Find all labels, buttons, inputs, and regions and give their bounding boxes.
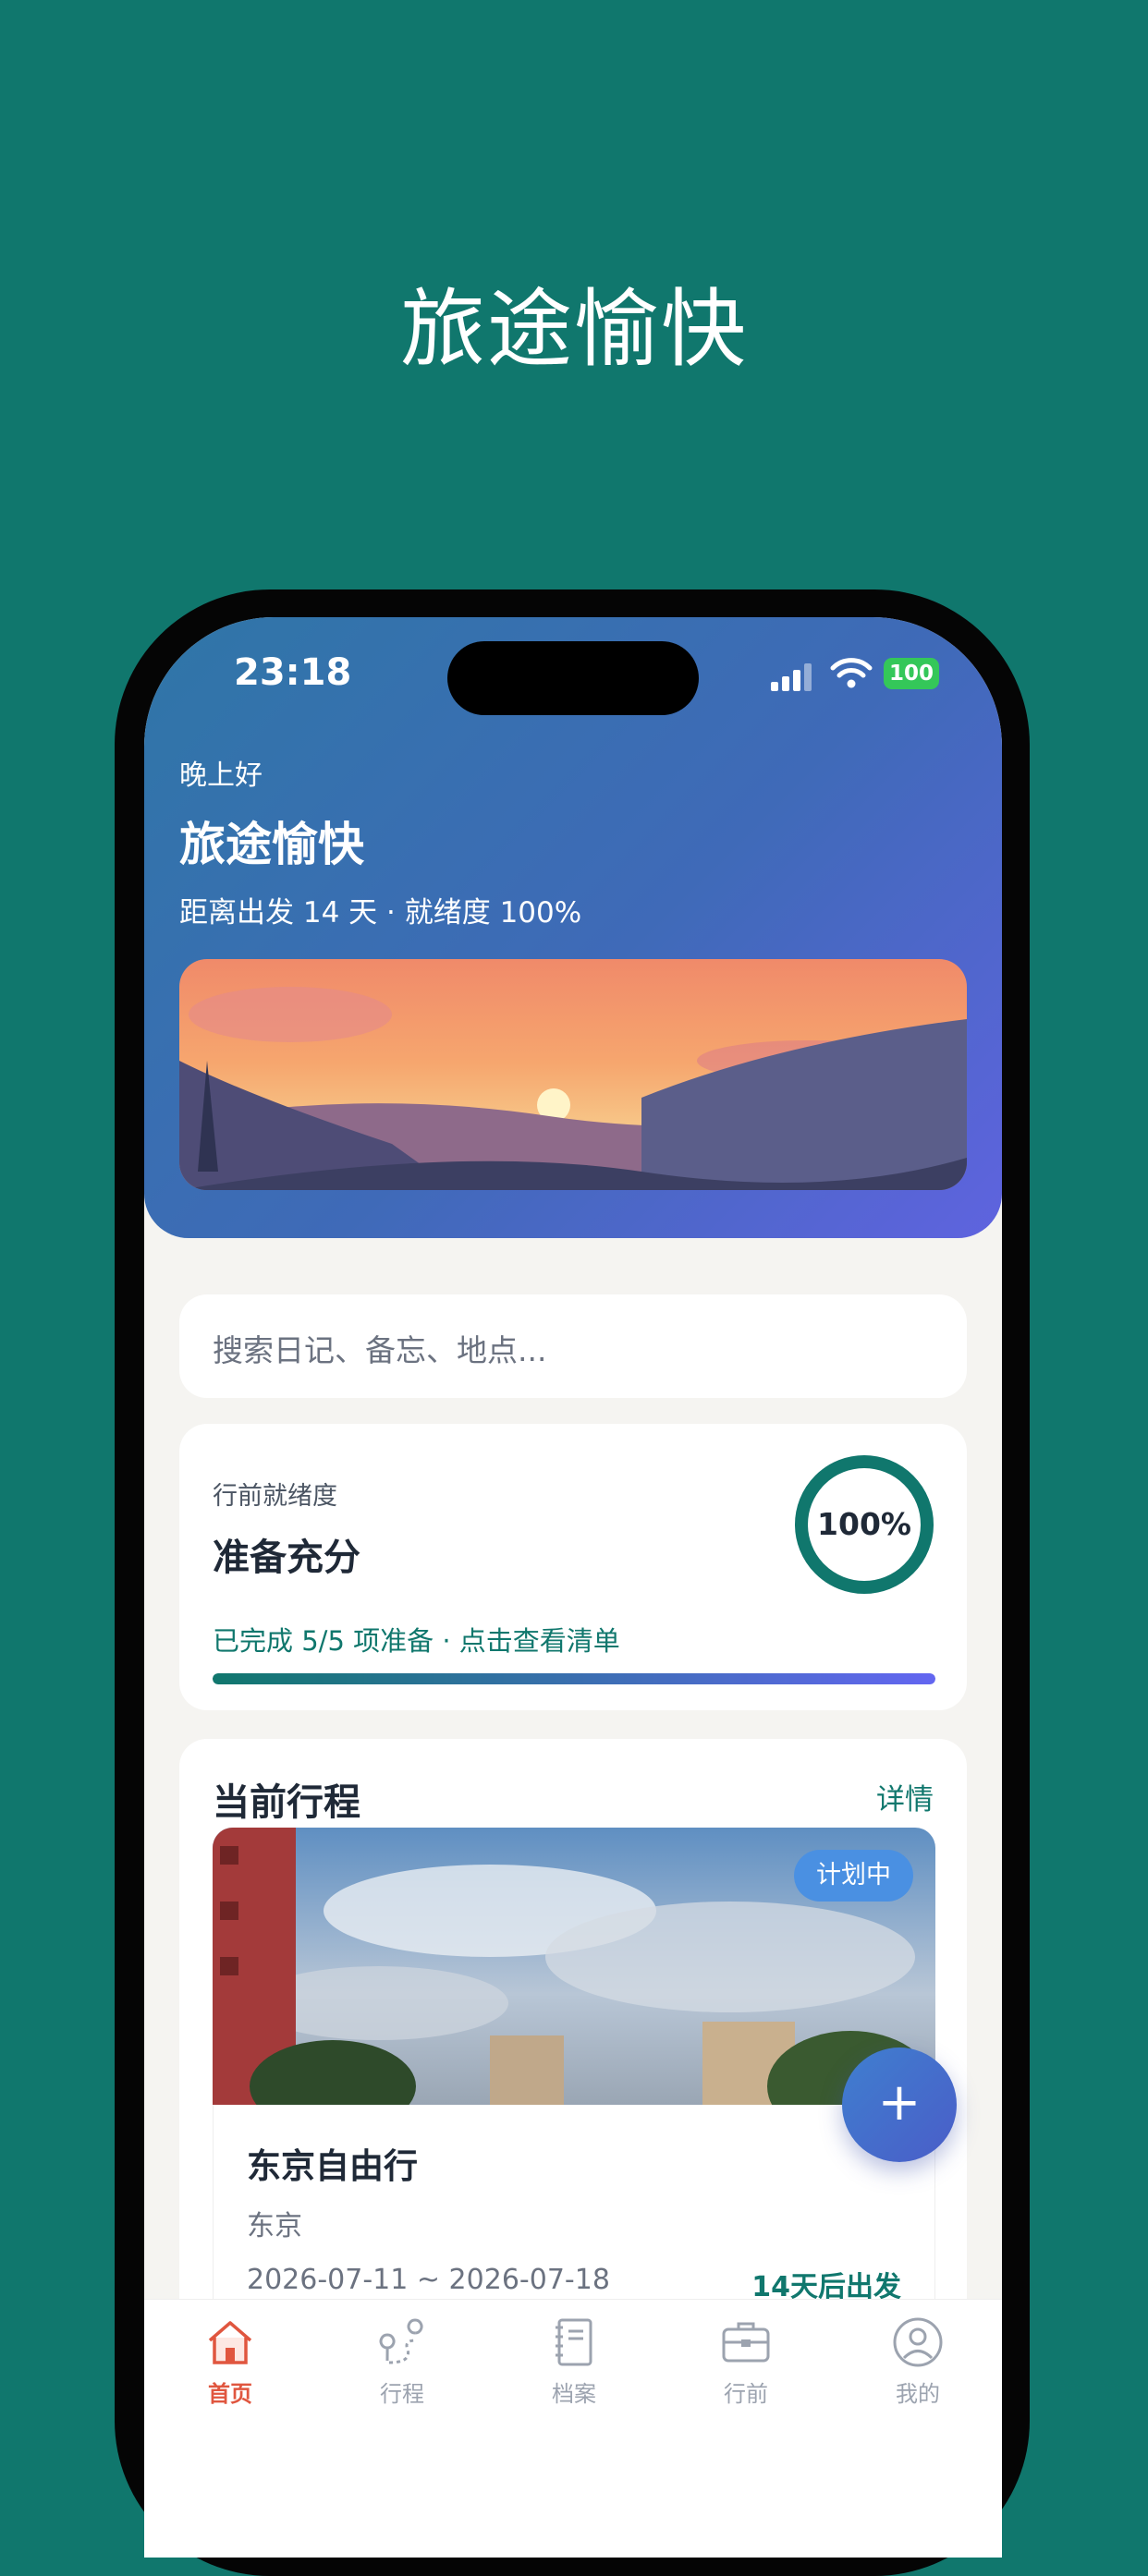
readiness-progress-bar [213, 1673, 935, 1684]
trip-details-link[interactable]: 详情 [876, 1776, 934, 1817]
dynamic-island [447, 641, 699, 715]
tab-archive[interactable]: 档案 [488, 2315, 660, 2425]
home-icon [208, 2321, 252, 2364]
tab-pretrip[interactable]: 行前 [660, 2315, 832, 2425]
trip-cover-photo[interactable]: 计划中 [213, 1828, 935, 2105]
readiness-progress-fill [213, 1673, 935, 1684]
search-placeholder: 搜索日记、备忘、地点... [213, 1332, 547, 1368]
app-screen: 23:18 100 晚上好 旅途愉快 距离出发 14 天 · 就绪度 100% [144, 617, 1002, 2558]
status-time: 23:18 [234, 651, 352, 694]
cellular-signal-icon [771, 663, 815, 691]
header-banner: 23:18 100 晚上好 旅途愉快 距离出发 14 天 · 就绪度 100% [144, 617, 1002, 1238]
luggage-icon [722, 2322, 770, 2363]
tab-label: 行前 [724, 2381, 768, 2407]
search-input[interactable]: 搜索日记、备忘、地点... [179, 1294, 967, 1398]
current-trip-header: 当前行程 [213, 1781, 360, 1824]
tab-home[interactable]: 首页 [144, 2315, 316, 2425]
readiness-card[interactable]: 行前就绪度 准备充分 100% 已完成 5/5 项准备 · 点击查看清单 [179, 1424, 967, 1710]
greeting: 晚上好 [179, 759, 263, 792]
trip-title: 旅途愉快 [179, 818, 364, 871]
tab-profile[interactable]: 我的 [832, 2315, 1002, 2425]
current-trip-card[interactable]: 当前行程 详情 计划中 东京自由行 东京 2026-07-11 ~ 2026-0… [179, 1739, 967, 2386]
route-icon [379, 2318, 423, 2364]
tab-label: 档案 [552, 2381, 596, 2407]
notebook-icon [556, 2318, 592, 2366]
add-button[interactable]: + [842, 2047, 957, 2162]
promo-title: 旅途愉快 [399, 280, 748, 379]
tab-itinerary[interactable]: 行程 [316, 2315, 488, 2425]
sunset-hero-image [179, 959, 967, 1190]
readiness-note[interactable]: 已完成 5/5 项准备 · 点击查看清单 [213, 1620, 620, 1659]
battery-indicator: 100 [884, 658, 939, 689]
trip-subtitle: 距离出发 14 天 · 就绪度 100% [179, 896, 582, 930]
tab-label: 首页 [208, 2381, 252, 2407]
trip-city: 东京 [247, 2210, 302, 2242]
readiness-percent: 100% [817, 1506, 911, 1542]
tab-label: 我的 [896, 2381, 940, 2407]
trip-name: 东京自由行 [247, 2146, 418, 2186]
tab-label: 行程 [380, 2381, 424, 2407]
wifi-icon [830, 658, 873, 688]
user-icon [893, 2317, 943, 2367]
readiness-title: 准备充分 [213, 1537, 360, 1579]
trip-status-badge: 计划中 [794, 1850, 913, 1902]
readiness-label: 行前就绪度 [213, 1482, 337, 1511]
tab-bar: 首页 行程 档案 行前 我的 [144, 2299, 1002, 2558]
trip-dates: 2026-07-11 ~ 2026-07-18 [247, 2264, 610, 2296]
